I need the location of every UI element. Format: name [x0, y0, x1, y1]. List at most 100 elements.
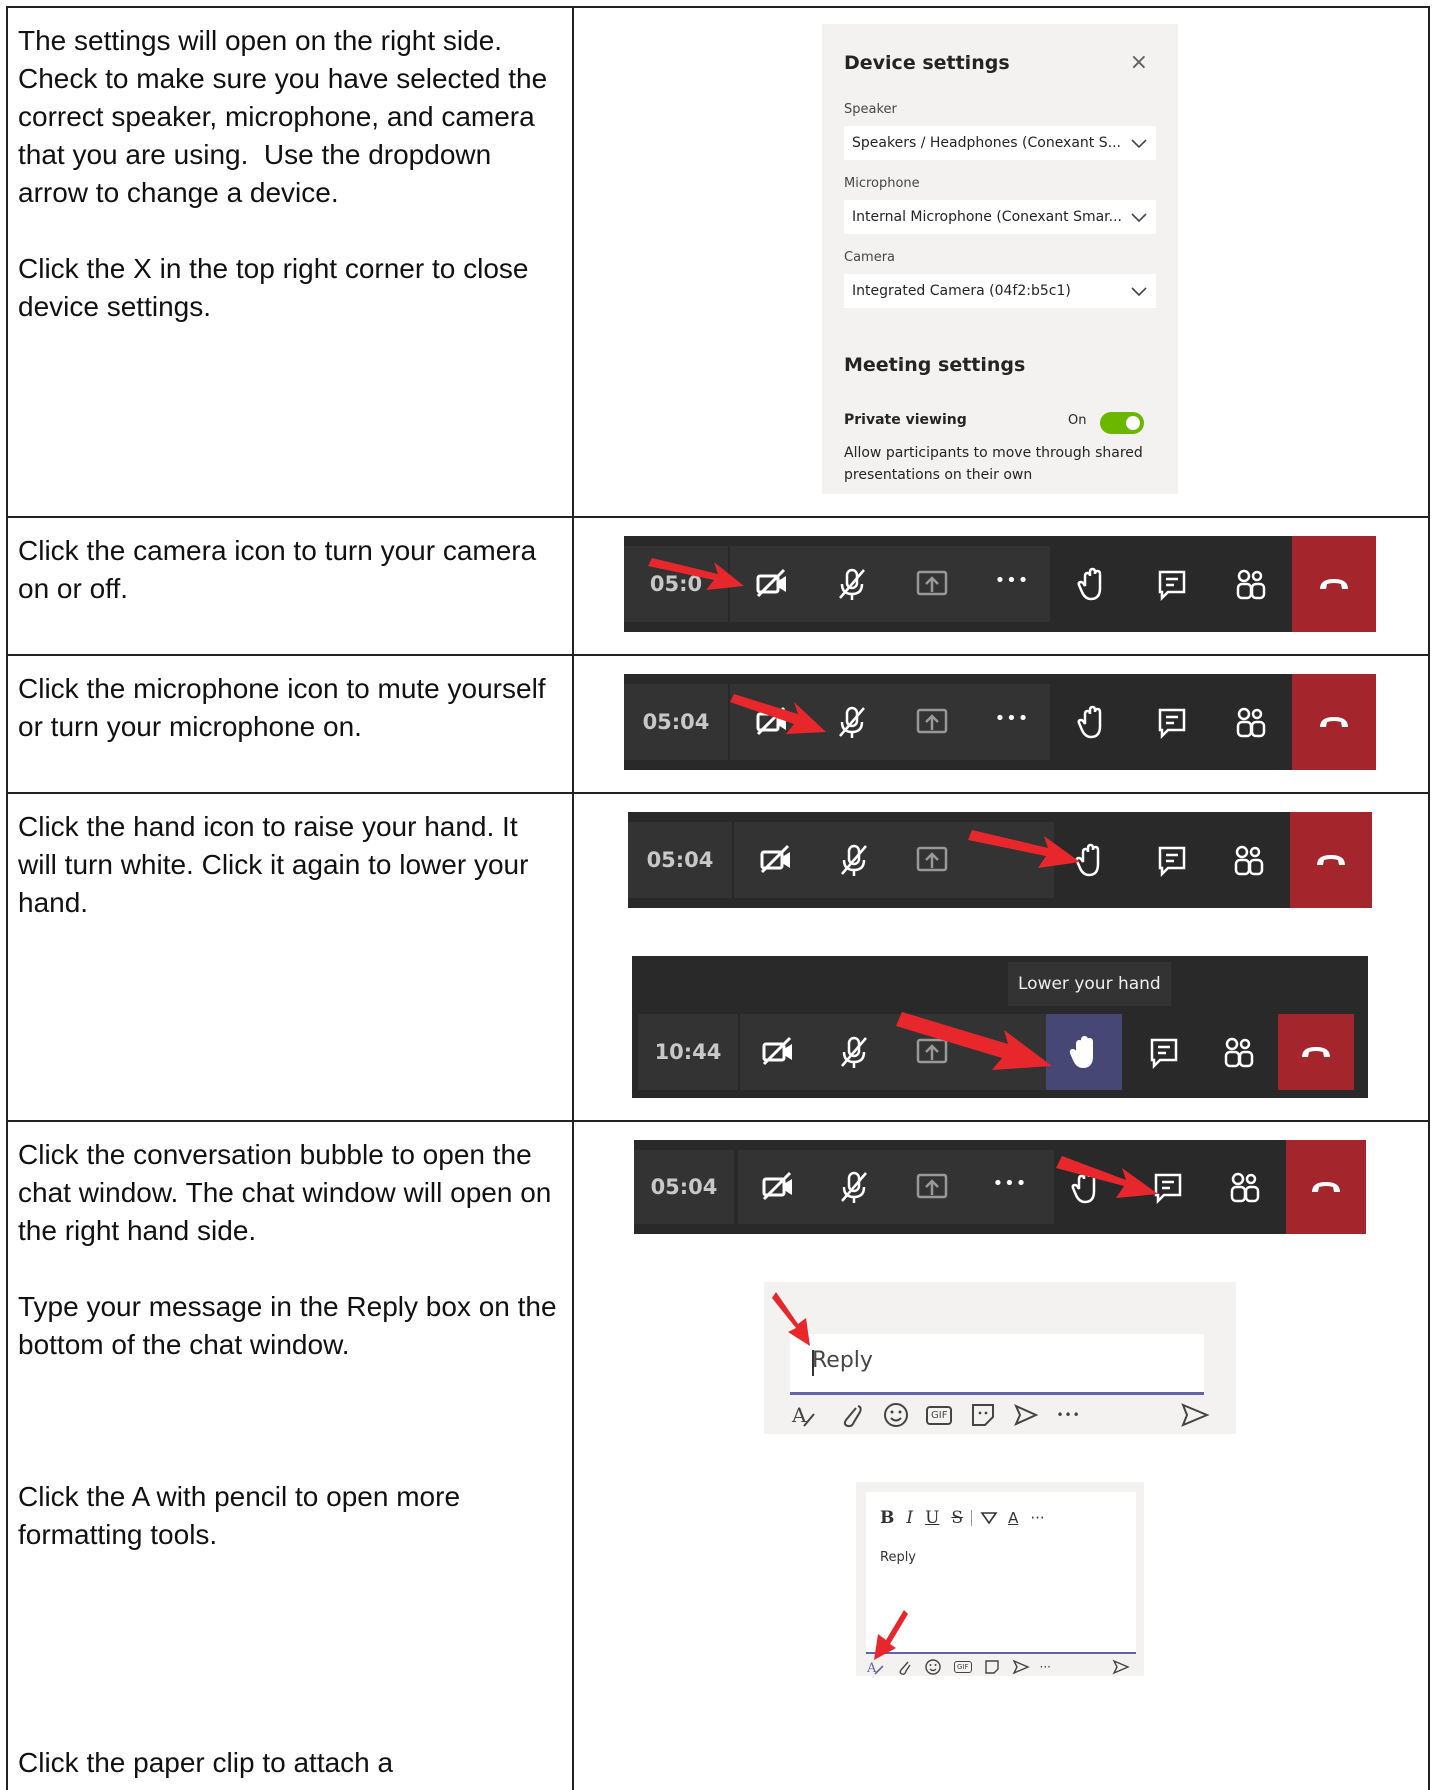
row-5-paragraph-3: Click the A with pencil to open more for… — [18, 1481, 468, 1550]
row-3-paragraph-1: Click the microphone icon to mute yourse… — [18, 673, 554, 742]
row-3-instructions: Click the microphone icon to mute yourse… — [18, 670, 563, 746]
row-2-paragraph-1: Click the camera icon to turn your camer… — [18, 535, 544, 604]
chevron-down-icon[interactable] — [1130, 274, 1148, 308]
lower-hand-icon[interactable] — [1064, 1032, 1104, 1072]
reply-input[interactable]: Reply — [790, 1334, 1204, 1395]
microphone-off-icon[interactable] — [832, 564, 872, 604]
share-screen-icon[interactable] — [912, 564, 952, 604]
more-options-icon[interactable]: ··· — [1040, 1660, 1051, 1674]
more-options-icon[interactable]: ••• — [984, 570, 1040, 591]
svg-text:A: A — [791, 1403, 807, 1427]
table-border-left — [6, 6, 8, 1790]
raise-hand-icon[interactable] — [1072, 702, 1112, 742]
microphone-off-icon[interactable] — [832, 702, 872, 742]
hang-up-button[interactable] — [1292, 536, 1376, 632]
red-arrow-pointer — [772, 1292, 810, 1346]
sticker-icon[interactable] — [984, 1659, 1000, 1675]
close-icon[interactable]: × — [1130, 50, 1148, 75]
microphone-label: Microphone — [844, 176, 920, 191]
hang-up-button[interactable] — [1292, 674, 1376, 770]
private-viewing-label: Private viewing — [844, 412, 967, 428]
chat-icon[interactable] — [1144, 1032, 1184, 1072]
reply-placeholder: Reply — [812, 1348, 873, 1373]
chevron-down-icon[interactable] — [1130, 126, 1148, 160]
row-1-paragraph-1: The settings will open on the right side… — [18, 25, 555, 208]
microphone-select[interactable]: Internal Microphone (Conexant Smar... — [844, 200, 1156, 234]
participants-icon[interactable] — [1228, 840, 1268, 880]
formatting-toolbar: B I U S A ··· — [880, 1508, 1045, 1528]
meet-now-icon[interactable] — [1012, 1659, 1030, 1675]
sticker-icon[interactable] — [970, 1402, 996, 1428]
speaker-select[interactable]: Speakers / Headphones (Conexant S... — [844, 126, 1156, 160]
raise-hand-icon[interactable] — [1072, 564, 1112, 604]
participants-icon[interactable] — [1230, 564, 1270, 604]
share-screen-icon[interactable] — [912, 840, 952, 880]
chat-icon[interactable] — [1152, 564, 1192, 604]
meeting-toolbar-chat: 05:04 ••• — [634, 1140, 1366, 1234]
camera-value: Integrated Camera (04f2:b5c1) — [852, 283, 1071, 299]
chat-reply-area: Reply A GIF ••• — [764, 1282, 1236, 1434]
camera-select[interactable]: Integrated Camera (04f2:b5c1) — [844, 274, 1156, 308]
hang-up-button[interactable] — [1286, 1140, 1366, 1234]
call-timer: 05:04 — [628, 822, 732, 898]
more-options-icon[interactable]: ••• — [982, 1173, 1038, 1194]
camera-off-icon[interactable] — [758, 1032, 798, 1072]
camera-off-icon[interactable] — [758, 1167, 798, 1207]
more-formatting-icon[interactable]: ··· — [1030, 1509, 1044, 1527]
camera-label: Camera — [844, 250, 896, 265]
camera-off-icon[interactable] — [752, 564, 792, 604]
participants-icon[interactable] — [1230, 702, 1270, 742]
private-viewing-description: Allow participants to move through share… — [844, 445, 1143, 483]
chat-icon[interactable] — [1152, 702, 1192, 742]
hang-up-button[interactable] — [1278, 1014, 1354, 1090]
red-arrow-pointer — [968, 830, 1080, 868]
call-timer: 10:44 — [638, 1014, 738, 1090]
chat-icon[interactable] — [1152, 840, 1192, 880]
row-1-paragraph-2: Click the X in the top right corner to c… — [18, 253, 537, 322]
italic-button[interactable]: I — [906, 1508, 913, 1528]
microphone-off-icon[interactable] — [834, 1167, 874, 1207]
device-settings-title: Device settings — [844, 52, 1010, 74]
font-color-button[interactable]: A — [1008, 1509, 1018, 1527]
microphone-off-icon[interactable] — [834, 840, 874, 880]
table-border-top — [6, 6, 1430, 8]
share-screen-icon[interactable] — [912, 1167, 952, 1207]
meet-now-icon[interactable] — [1012, 1402, 1040, 1428]
more-options-icon[interactable]: ••• — [1056, 1408, 1080, 1422]
gif-icon[interactable]: GIF — [954, 1661, 972, 1673]
participants-icon[interactable] — [1224, 1167, 1264, 1207]
microphone-off-icon[interactable] — [834, 1032, 874, 1072]
share-screen-icon[interactable] — [912, 702, 952, 742]
table-border-right — [1428, 6, 1430, 1790]
hang-up-button[interactable] — [1290, 812, 1372, 908]
row-5-paragraph-4: Click the paper clip to attach a — [18, 1747, 394, 1778]
send-icon[interactable] — [1112, 1659, 1130, 1675]
gif-icon[interactable]: GIF — [926, 1405, 953, 1425]
speaker-value: Speakers / Headphones (Conexant S... — [852, 135, 1121, 151]
format-text-icon[interactable]: A — [790, 1400, 820, 1430]
message-toolbar: A GIF ••• — [790, 1400, 1210, 1430]
more-options-icon[interactable]: ••• — [984, 708, 1040, 729]
toggle-state-label: On — [1068, 413, 1087, 428]
private-viewing-toggle[interactable] — [1100, 412, 1144, 434]
emoji-icon[interactable] — [924, 1658, 942, 1676]
row-2-instructions: Click the camera icon to turn your camer… — [18, 532, 563, 608]
toolbar-separator — [971, 1510, 973, 1526]
red-arrow-pointer — [1056, 1156, 1158, 1198]
strikethrough-button[interactable]: S — [951, 1508, 963, 1528]
meeting-settings-title: Meeting settings — [844, 354, 1026, 376]
red-arrow-pointer — [896, 1012, 1052, 1070]
row-4-instructions: Click the hand icon to raise your hand. … — [18, 808, 563, 922]
camera-off-icon[interactable] — [756, 840, 796, 880]
attach-icon[interactable] — [838, 1400, 864, 1430]
participants-icon[interactable] — [1218, 1032, 1258, 1072]
call-timer: 05:04 — [624, 684, 728, 760]
hang-up-icon — [1320, 579, 1348, 589]
underline-button[interactable]: U — [925, 1508, 939, 1528]
bold-button[interactable]: B — [880, 1508, 894, 1528]
send-icon[interactable] — [1180, 1402, 1210, 1428]
highlight-icon[interactable] — [980, 1509, 998, 1527]
hang-up-icon — [1312, 1182, 1340, 1192]
chevron-down-icon[interactable] — [1130, 200, 1148, 234]
emoji-icon[interactable] — [882, 1401, 910, 1429]
